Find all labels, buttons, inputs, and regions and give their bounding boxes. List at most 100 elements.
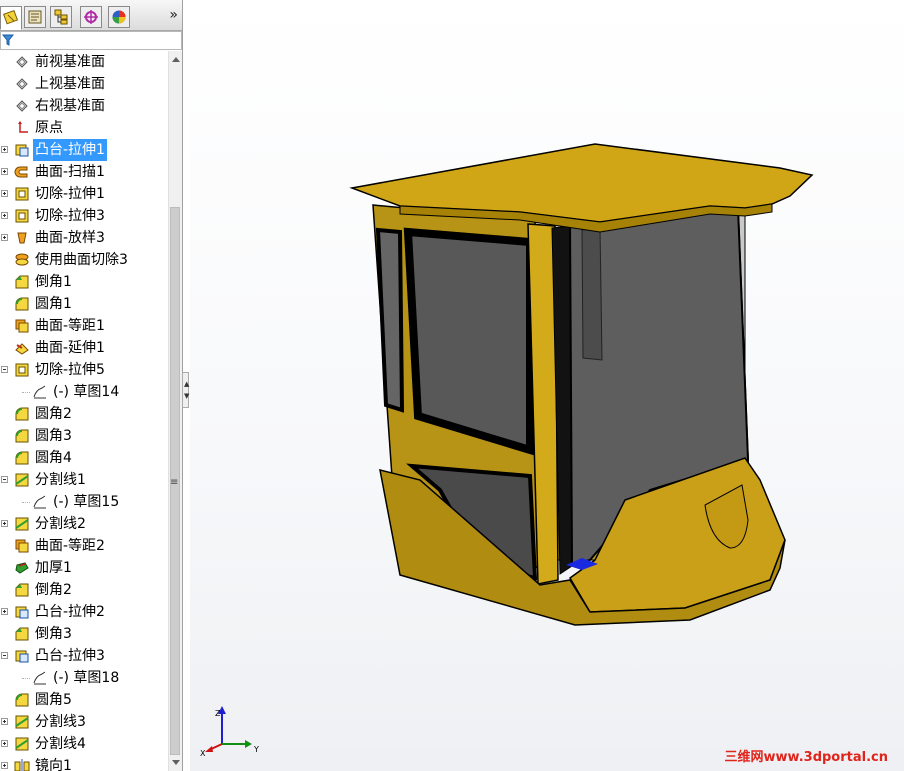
tree-item-21[interactable]: 分割线2 <box>0 513 167 535</box>
tree-item-25[interactable]: 凸台-拉伸2 <box>0 601 167 623</box>
configuration-manager-icon <box>54 9 68 25</box>
cab-3d-model[interactable] <box>190 0 904 771</box>
tree-item-22[interactable]: 曲面-等距2 <box>0 535 167 557</box>
expand-toggle-icon[interactable] <box>1 234 8 241</box>
triad-x-label: X <box>200 749 206 758</box>
expand-toggle-icon[interactable] <box>1 146 8 153</box>
panel-menu-icon[interactable]: ≡ <box>170 477 178 488</box>
origin-icon <box>18 121 28 133</box>
tab-feature-manager[interactable] <box>0 6 22 30</box>
tree-item-13[interactable]: 曲面-延伸1 <box>0 337 167 359</box>
chamfer-icon <box>15 275 29 289</box>
tree-item-17[interactable]: 圆角3 <box>0 425 167 447</box>
tree-item-label: 倒角1 <box>35 274 72 290</box>
expand-toggle-icon[interactable] <box>1 168 8 175</box>
tree-item-14[interactable]: 切除-拉伸5 <box>0 359 167 381</box>
tree-item-label: 圆角4 <box>35 450 72 466</box>
tree-item-18[interactable]: 圆角4 <box>0 447 167 469</box>
fillet-icon <box>15 429 29 443</box>
tree-item-1[interactable]: 上视基准面 <box>0 73 167 95</box>
cut-extrude-icon <box>15 209 29 223</box>
expand-toggle-icon[interactable] <box>1 190 8 197</box>
tree-item-label: 右视基准面 <box>35 98 105 114</box>
expand-toggle-icon[interactable] <box>1 608 8 615</box>
split-line-icon <box>15 715 29 729</box>
tree-item-0[interactable]: 前视基准面 <box>0 51 167 73</box>
tree-item-label: 前视基准面 <box>35 54 105 70</box>
expand-toggle-icon[interactable] <box>1 520 8 527</box>
tree-item-26[interactable]: 倒角3 <box>0 623 167 645</box>
tree-item-7[interactable]: 切除-拉伸3 <box>0 205 167 227</box>
tree-item-30[interactable]: 分割线3 <box>0 711 167 733</box>
cut-extrude-icon <box>15 363 29 377</box>
tree-item-label: 使用曲面切除3 <box>35 252 128 268</box>
tree-item-6[interactable]: 切除-拉伸1 <box>0 183 167 205</box>
tree-item-24[interactable]: 倒角2 <box>0 579 167 601</box>
left-window-glass <box>403 227 534 456</box>
expand-toggle-icon[interactable] <box>1 718 8 725</box>
tree-item-10[interactable]: 倒角1 <box>0 271 167 293</box>
tree-item-label: (-) 草图15 <box>53 494 120 510</box>
tree-item-19[interactable]: 分割线1 <box>0 469 167 491</box>
tree-item-label: 切除-拉伸3 <box>35 208 105 224</box>
tree-item-label: 分割线2 <box>35 516 86 532</box>
scroll-down-arrow-icon[interactable] <box>172 760 180 765</box>
surface-sweep-icon <box>14 166 28 178</box>
tree-item-28[interactable]: (-) 草图18 <box>0 667 167 689</box>
tree-item-2[interactable]: 右视基准面 <box>0 95 167 117</box>
tree-filter-bar[interactable] <box>0 31 182 50</box>
expand-toggle-icon[interactable] <box>1 212 8 219</box>
panel-splitter-handle[interactable]: ▲ ▼ <box>182 372 189 408</box>
scroll-up-arrow-icon[interactable] <box>172 57 180 62</box>
surface-extend-icon <box>15 343 29 355</box>
plane-icon <box>16 100 28 112</box>
tree-connector <box>22 392 30 393</box>
expand-toggle-icon[interactable] <box>1 740 8 747</box>
tree-item-9[interactable]: 使用曲面切除3 <box>0 249 167 271</box>
tree-item-31[interactable]: 分割线4 <box>0 733 167 755</box>
left-rear-window-glass <box>375 227 405 413</box>
fillet-icon <box>15 693 29 707</box>
view-triad[interactable]: Z Y X <box>200 704 264 760</box>
tree-item-label: 分割线4 <box>35 736 86 752</box>
tree-item-15[interactable]: (-) 草图14 <box>0 381 167 403</box>
boss-extrude-icon <box>15 650 29 663</box>
cut-extrude-icon <box>15 187 29 201</box>
tree-item-12[interactable]: 曲面-等距1 <box>0 315 167 337</box>
tree-item-32[interactable]: 镜向1 <box>0 755 167 771</box>
tree-item-5[interactable]: 曲面-扫描1 <box>0 161 167 183</box>
tree-item-4[interactable]: 凸台-拉伸1 <box>0 139 167 161</box>
panel-tab-bar: » <box>0 0 182 31</box>
fillet-icon <box>15 451 29 465</box>
watermark: 三维网www.3dportal.cn <box>724 750 888 765</box>
plane-icon <box>16 56 28 68</box>
tree-item-label: 圆角2 <box>35 406 72 422</box>
graphics-viewport[interactable]: Z Y X 三维网www.3dportal.cn <box>190 0 904 771</box>
triad-z-label: Z <box>215 709 221 718</box>
expand-toggle-icon[interactable] <box>1 762 8 769</box>
mirror-icon <box>14 759 30 771</box>
tree-connector <box>22 502 30 503</box>
collapse-toggle-icon[interactable] <box>1 366 8 373</box>
tree-vertical-scrollbar[interactable] <box>168 51 182 771</box>
collapse-toggle-icon[interactable] <box>1 476 8 483</box>
tree-item-29[interactable]: 圆角5 <box>0 689 167 711</box>
tree-item-16[interactable]: 圆角2 <box>0 403 167 425</box>
tab-property-manager[interactable] <box>24 6 46 28</box>
thicken-icon <box>15 562 29 574</box>
tree-item-8[interactable]: 曲面-放样3 <box>0 227 167 249</box>
tab-display-manager[interactable] <box>108 6 130 28</box>
tree-item-11[interactable]: 圆角1 <box>0 293 167 315</box>
tree-item-3[interactable]: 原点 <box>0 117 167 139</box>
tree-item-23[interactable]: 加厚1 <box>0 557 167 579</box>
tree-item-27[interactable]: 凸台-拉伸3 <box>0 645 167 667</box>
tree-connector <box>22 678 30 679</box>
surface-offset-icon <box>15 319 29 333</box>
tab-dimxpert-manager[interactable] <box>80 6 102 28</box>
expand-panel-chevron[interactable]: » <box>169 6 178 24</box>
tree-item-label: 曲面-等距1 <box>35 318 105 334</box>
tree-item-20[interactable]: (-) 草图15 <box>0 491 167 513</box>
collapse-toggle-icon[interactable] <box>1 652 8 659</box>
tab-configuration-manager[interactable] <box>50 6 72 28</box>
tree-item-label: 凸台-拉伸2 <box>35 604 105 620</box>
